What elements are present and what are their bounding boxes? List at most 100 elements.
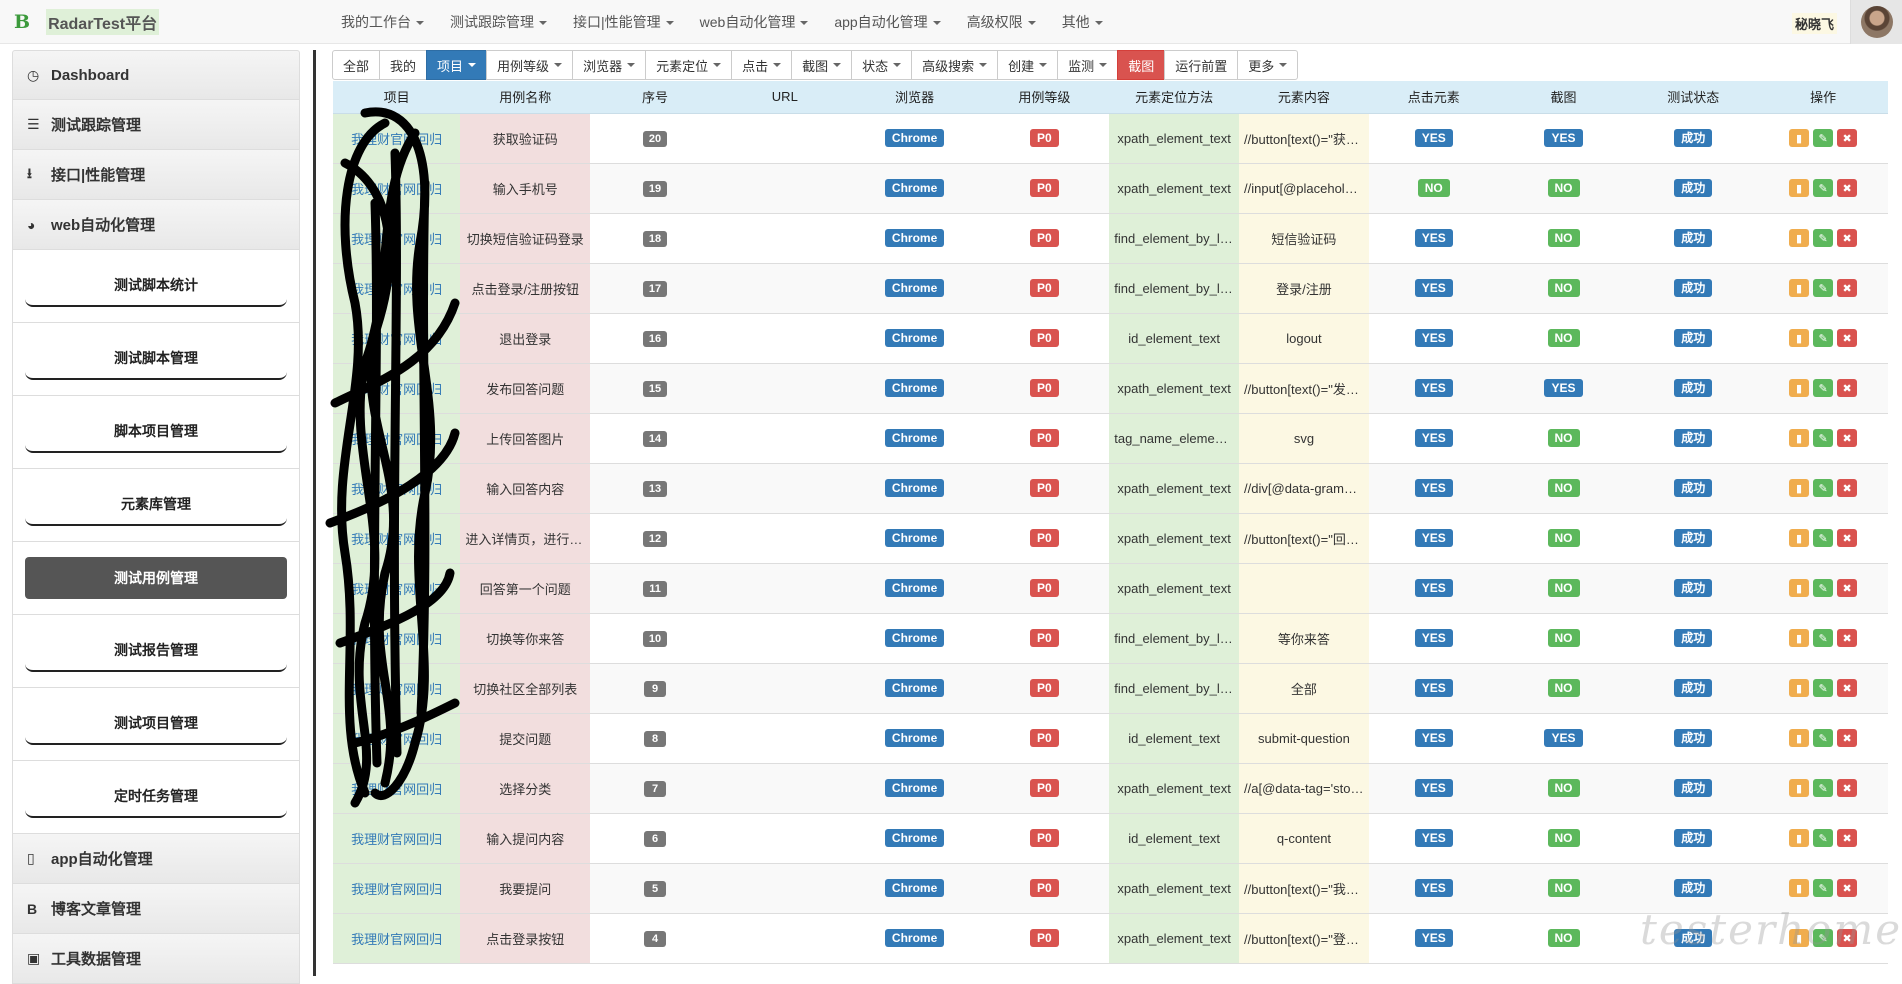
- stats-icon[interactable]: ▮: [1789, 879, 1810, 897]
- project-link[interactable]: 我理财官网回归: [351, 382, 442, 397]
- filter-button[interactable]: 用例等级: [486, 50, 574, 80]
- delete-icon[interactable]: ✖: [1837, 779, 1858, 797]
- sidebar-item[interactable]: ▯ app自动化管理: [12, 834, 300, 884]
- delete-icon[interactable]: ✖: [1837, 179, 1858, 197]
- filter-button[interactable]: 监测: [1057, 50, 1119, 80]
- edit-icon[interactable]: ✎: [1813, 479, 1834, 497]
- sidebar-sub-button[interactable]: 测试用例管理: [25, 557, 287, 599]
- sidebar-sub-button[interactable]: 脚本项目管理: [25, 411, 287, 453]
- project-link[interactable]: 我理财官网回归: [351, 532, 442, 547]
- sidebar-item[interactable]: ▣ 工具数据管理: [12, 934, 300, 984]
- project-link[interactable]: 我理财官网回归: [351, 782, 442, 797]
- stats-icon[interactable]: ▮: [1789, 829, 1810, 847]
- sidebar-sub-button[interactable]: 测试脚本统计: [25, 265, 287, 307]
- delete-icon[interactable]: ✖: [1837, 679, 1858, 697]
- project-link[interactable]: 我理财官网回归: [351, 682, 442, 697]
- edit-icon[interactable]: ✎: [1813, 629, 1834, 647]
- filter-button[interactable]: 项目: [426, 50, 488, 80]
- project-link[interactable]: 我理财官网回归: [351, 232, 442, 247]
- filter-button[interactable]: 浏览器: [572, 50, 647, 80]
- table-row[interactable]: 我理财官网回归 获取验证码 20 Chrome P0 xpath_element_text…: [333, 113, 1888, 164]
- filter-button[interactable]: 全部: [332, 50, 381, 80]
- delete-icon[interactable]: ✖: [1837, 879, 1858, 897]
- project-link[interactable]: 我理财官网回归: [351, 582, 442, 597]
- edit-icon[interactable]: ✎: [1813, 329, 1834, 347]
- edit-icon[interactable]: ✎: [1813, 529, 1834, 547]
- filter-button[interactable]: 创建: [997, 50, 1059, 80]
- project-link[interactable]: 我理财官网回归: [351, 132, 442, 147]
- edit-icon[interactable]: ✎: [1813, 779, 1834, 797]
- column-header[interactable]: 浏览器: [849, 81, 980, 114]
- stats-icon[interactable]: ▮: [1789, 379, 1810, 397]
- avatar[interactable]: [1850, 0, 1902, 44]
- delete-icon[interactable]: ✖: [1837, 129, 1858, 147]
- delete-icon[interactable]: ✖: [1837, 529, 1858, 547]
- sidebar-item[interactable]: ◕ web自动化管理: [12, 200, 300, 250]
- filter-button[interactable]: 点击: [731, 50, 793, 80]
- table-row[interactable]: 我理财官网回归 点击登录/注册按钮 17 Chrome P0 find_element_b…: [333, 263, 1888, 314]
- delete-icon[interactable]: ✖: [1837, 829, 1858, 847]
- project-link[interactable]: 我理财官网回归: [351, 332, 442, 347]
- column-header[interactable]: 用例等级: [979, 81, 1110, 114]
- sidebar-sub-button[interactable]: 定时任务管理: [25, 776, 287, 818]
- table-row[interactable]: 我理财官网回归 选择分类 7 Chrome P0 xpath_element_text//…: [333, 763, 1888, 814]
- stats-icon[interactable]: ▮: [1789, 729, 1810, 747]
- sidebar-item[interactable]: ◷ Dashboard: [12, 50, 300, 100]
- project-link[interactable]: 我理财官网回归: [351, 732, 442, 747]
- delete-icon[interactable]: ✖: [1837, 229, 1858, 247]
- table-row[interactable]: 我理财官网回归 进入详情页，进行回答 12 Chrome P0 xpath_element…: [333, 513, 1888, 564]
- delete-icon[interactable]: ✖: [1837, 279, 1858, 297]
- edit-icon[interactable]: ✎: [1813, 129, 1834, 147]
- sidebar-sub-button[interactable]: 元素库管理: [25, 484, 287, 526]
- edit-icon[interactable]: ✎: [1813, 829, 1834, 847]
- delete-icon[interactable]: ✖: [1837, 629, 1858, 647]
- edit-icon[interactable]: ✎: [1813, 429, 1834, 447]
- filter-button[interactable]: 元素定位: [645, 50, 733, 80]
- edit-icon[interactable]: ✎: [1813, 679, 1834, 697]
- sidebar-item[interactable]: B 博客文章管理: [12, 884, 300, 934]
- topnav-item[interactable]: web自动化管理: [687, 12, 822, 32]
- table-row[interactable]: 我理财官网回归 输入提问内容 6 Chrome P0 id_element_text q-c…: [333, 813, 1888, 864]
- column-header[interactable]: 项目: [333, 81, 461, 114]
- edit-icon[interactable]: ✎: [1813, 379, 1834, 397]
- edit-icon[interactable]: ✎: [1813, 729, 1834, 747]
- delete-icon[interactable]: ✖: [1837, 729, 1858, 747]
- edit-icon[interactable]: ✎: [1813, 279, 1834, 297]
- stats-icon[interactable]: ▮: [1789, 279, 1810, 297]
- sidebar-sub-button[interactable]: 测试脚本管理: [25, 338, 287, 380]
- topnav-item[interactable]: 我的工作台: [328, 12, 437, 32]
- brand[interactable]: B RadarTest平台: [14, 9, 160, 35]
- topnav-item[interactable]: 接口|性能管理: [560, 12, 687, 32]
- project-link[interactable]: 我理财官网回归: [351, 282, 442, 297]
- column-header[interactable]: URL: [719, 81, 850, 114]
- project-link[interactable]: 我理财官网回归: [351, 932, 442, 947]
- column-header[interactable]: 序号: [590, 81, 720, 114]
- topnav-item[interactable]: 其他: [1049, 12, 1116, 32]
- stats-icon[interactable]: ▮: [1789, 779, 1810, 797]
- table-row[interactable]: 我理财官网回归 发布回答问题 15 Chrome P0 xpath_element_tex…: [333, 363, 1888, 414]
- delete-icon[interactable]: ✖: [1837, 329, 1858, 347]
- project-link[interactable]: 我理财官网回归: [351, 432, 442, 447]
- project-link[interactable]: 我理财官网回归: [351, 832, 442, 847]
- column-header[interactable]: 元素定位方法: [1109, 81, 1240, 114]
- sidebar-item[interactable]: ⭳ 接口|性能管理: [12, 150, 300, 200]
- table-row[interactable]: 我理财官网回归 输入手机号 19 Chrome P0 xpath_element_text…: [333, 163, 1888, 214]
- topnav-item[interactable]: app自动化管理: [821, 12, 953, 32]
- stats-icon[interactable]: ▮: [1789, 579, 1810, 597]
- table-row[interactable]: 我理财官网回归 切换等你来答 10 Chrome P0 find_element_by_l…: [333, 613, 1888, 664]
- topnav-item[interactable]: 高级权限: [954, 12, 1049, 32]
- filter-button[interactable]: 截图: [791, 50, 853, 80]
- stats-icon[interactable]: ▮: [1789, 529, 1810, 547]
- edit-icon[interactable]: ✎: [1813, 579, 1834, 597]
- delete-icon[interactable]: ✖: [1837, 429, 1858, 447]
- column-header[interactable]: 测试状态: [1628, 81, 1759, 114]
- filter-button[interactable]: 截图: [1117, 50, 1166, 80]
- stats-icon[interactable]: ▮: [1789, 129, 1810, 147]
- table-row[interactable]: 我理财官网回归 提交问题 8 Chrome P0 id_element_text submi…: [333, 713, 1888, 764]
- project-link[interactable]: 我理财官网回归: [351, 182, 442, 197]
- sidebar-sub-button[interactable]: 测试项目管理: [25, 703, 287, 745]
- stats-icon[interactable]: ▮: [1789, 479, 1810, 497]
- sidebar-item[interactable]: ☰ 测试跟踪管理: [12, 100, 300, 150]
- filter-button[interactable]: 更多: [1237, 50, 1299, 80]
- table-row[interactable]: 我理财官网回归 切换社区全部列表 9 Chrome P0 find_element_by_…: [333, 663, 1888, 714]
